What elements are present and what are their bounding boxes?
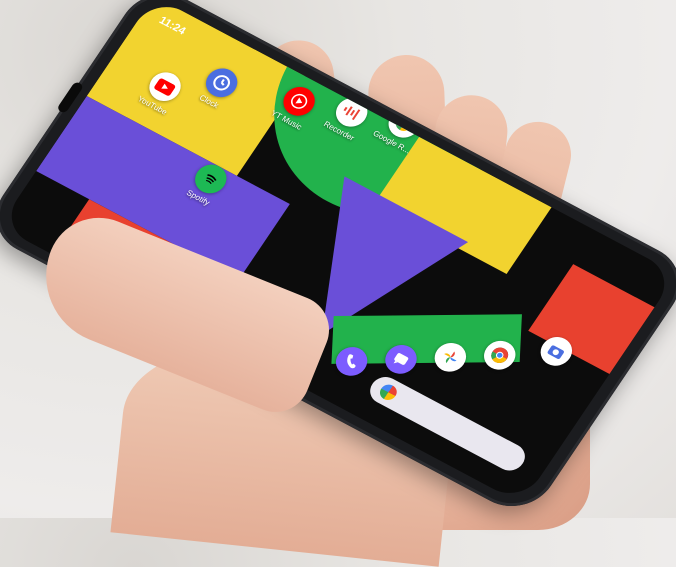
google-logo-icon <box>376 381 400 403</box>
photo-scene: 11:24 YouTube Clock YT Music Recorder Go… <box>0 0 676 567</box>
